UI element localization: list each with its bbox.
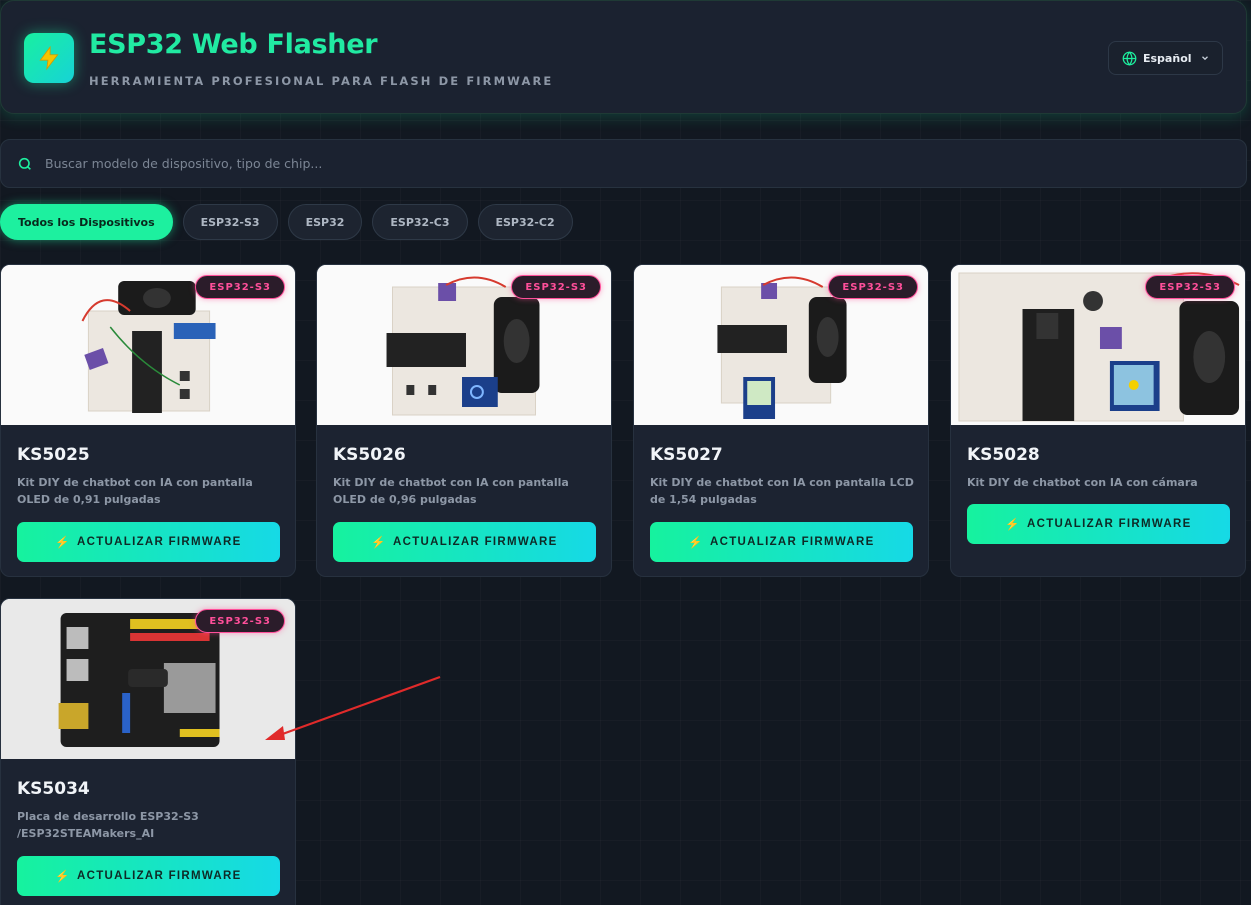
- device-card-ks5034[interactable]: ESP32-S3 KS5034 Placa de desarrollo ESP3…: [0, 598, 296, 905]
- chip-badge: ESP32-S3: [828, 275, 918, 299]
- lightning-bolt-icon: [24, 33, 74, 83]
- filter-esp32-c3[interactable]: ESP32-C3: [372, 204, 468, 240]
- lightning-bolt-icon: ⚡: [371, 537, 387, 549]
- update-firmware-label: ACTUALIZAR FIRMWARE: [710, 536, 875, 548]
- device-description: Kit DIY de chatbot con IA con pantalla L…: [650, 476, 914, 506]
- update-firmware-button[interactable]: ⚡ ACTUALIZAR FIRMWARE: [650, 522, 913, 562]
- device-description: Placa de desarrollo ESP32-S3 /ESP32STEAM…: [17, 810, 199, 840]
- device-model: KS5027: [650, 445, 723, 465]
- app-title: ESP32 Web Flasher: [89, 29, 378, 60]
- chip-badge: ESP32-S3: [195, 609, 285, 633]
- chip-badge: ESP32-S3: [195, 275, 285, 299]
- filter-esp32[interactable]: ESP32: [287, 204, 363, 240]
- lightning-bolt-icon: ⚡: [55, 537, 71, 549]
- device-card-ks5028[interactable]: ESP32-S3 KS5028 Kit DIY de chatbot con I…: [950, 264, 1246, 577]
- device-model: KS5034: [17, 779, 90, 799]
- app-subtitle: HERRAMIENTA PROFESIONAL PARA FLASH DE FI…: [89, 74, 554, 88]
- update-firmware-label: ACTUALIZAR FIRMWARE: [1027, 518, 1192, 530]
- update-firmware-button[interactable]: ⚡ ACTUALIZAR FIRMWARE: [17, 856, 280, 896]
- language-selector[interactable]: Español: [1108, 41, 1223, 75]
- lightning-bolt-icon: ⚡: [1005, 519, 1021, 531]
- device-model: KS5028: [967, 445, 1040, 465]
- chip-badge: ESP32-S3: [1145, 275, 1235, 299]
- lightning-bolt-icon: ⚡: [688, 537, 704, 549]
- filter-chips: Todos los Dispositivos ESP32-S3 ESP32 ES…: [0, 204, 573, 240]
- device-model: KS5025: [17, 445, 90, 465]
- update-firmware-button[interactable]: ⚡ ACTUALIZAR FIRMWARE: [967, 504, 1230, 544]
- filter-all-devices[interactable]: Todos los Dispositivos: [0, 204, 173, 240]
- filter-esp32-c2[interactable]: ESP32-C2: [477, 204, 573, 240]
- device-description: Kit DIY de chatbot con IA con pantalla O…: [333, 476, 569, 506]
- search-bar: [0, 139, 1247, 188]
- device-description: Kit DIY de chatbot con IA con pantalla O…: [17, 476, 253, 506]
- update-firmware-button[interactable]: ⚡ ACTUALIZAR FIRMWARE: [17, 522, 280, 562]
- update-firmware-label: ACTUALIZAR FIRMWARE: [393, 536, 558, 548]
- device-description: Kit DIY de chatbot con IA con cámara: [967, 476, 1198, 489]
- chip-badge: ESP32-S3: [511, 275, 601, 299]
- device-model: KS5026: [333, 445, 406, 465]
- filter-esp32-s3[interactable]: ESP32-S3: [182, 204, 278, 240]
- update-firmware-label: ACTUALIZAR FIRMWARE: [77, 870, 242, 882]
- language-label: Español: [1143, 51, 1192, 65]
- device-card-ks5027[interactable]: ESP32-S3 KS5027 Kit DIY de chatbot con I…: [633, 264, 929, 577]
- device-card-ks5026[interactable]: ESP32-S3 KS5026 Kit DIY de chatbot con I…: [316, 264, 612, 577]
- search-icon: [18, 157, 31, 170]
- update-firmware-button[interactable]: ⚡ ACTUALIZAR FIRMWARE: [333, 522, 596, 562]
- device-card-ks5025[interactable]: ESP32-S3 KS5025 Kit DIY de chatbot con I…: [0, 264, 296, 577]
- lightning-bolt-icon: ⚡: [55, 871, 71, 883]
- app-header: ESP32 Web Flasher HERRAMIENTA PROFESIONA…: [0, 0, 1247, 114]
- globe-icon: [1122, 50, 1137, 66]
- search-input[interactable]: [45, 156, 1195, 171]
- chevron-down-icon: [1201, 56, 1208, 61]
- update-firmware-label: ACTUALIZAR FIRMWARE: [77, 536, 242, 548]
